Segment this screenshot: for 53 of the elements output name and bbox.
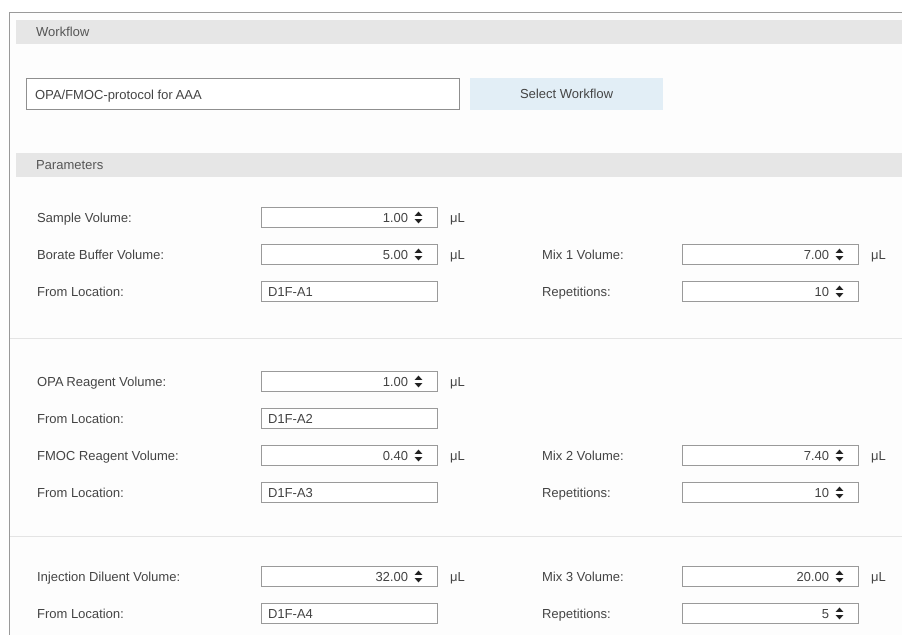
unit-label: μL <box>871 568 886 584</box>
spinner-arrows-icon[interactable] <box>835 607 844 620</box>
section-header: Parameters <box>16 153 902 177</box>
field-label: Injection Diluent Volume: <box>37 568 182 586</box>
number-field[interactable]: 0.40 <box>261 445 438 466</box>
spinner-arrows-icon[interactable] <box>835 248 844 261</box>
number-field[interactable]: 10 <box>682 482 859 503</box>
field-label: From Location: <box>37 410 125 428</box>
number-field[interactable]: 5.00 <box>261 244 438 265</box>
field-label: Mix 3 Volume: <box>542 568 625 586</box>
unit-label: μL <box>450 210 465 225</box>
number-field[interactable]: 10 <box>682 281 859 302</box>
unit-label: μL <box>450 568 465 584</box>
field-label: Repetitions: <box>542 484 612 502</box>
spinner-arrows-icon[interactable] <box>835 449 844 462</box>
unit-label: μL <box>871 448 886 463</box>
section-header: Workflow <box>16 20 902 44</box>
unit-label: μL <box>450 246 465 262</box>
field-label: OPA Reagent Volume: <box>37 372 168 391</box>
field-label: Repetitions: <box>542 604 612 623</box>
spinner-arrows-icon[interactable] <box>414 211 423 224</box>
field-label: Repetitions: <box>542 282 612 301</box>
spinner-arrows-icon[interactable] <box>835 285 844 298</box>
workflow-field[interactable]: OPA/FMOC-protocol for AAA <box>26 78 460 110</box>
field-label: From Location: <box>37 484 125 502</box>
text-field[interactable]: D1F-A1 <box>261 281 438 302</box>
field-label: Sample Volume: <box>37 208 133 227</box>
text-field[interactable]: D1F-A2 <box>261 408 438 429</box>
spinner-arrows-icon[interactable] <box>414 375 423 388</box>
spinner-arrows-icon[interactable] <box>835 570 844 583</box>
spinner-arrows-icon[interactable] <box>414 570 423 583</box>
unit-label: μL <box>450 374 465 389</box>
text-field[interactable]: D1F-A4 <box>261 603 438 624</box>
number-field[interactable]: 32.00 <box>261 566 438 587</box>
number-field[interactable]: 7.40 <box>682 445 859 466</box>
field-label: From Location: <box>37 282 125 301</box>
number-field[interactable]: 1.00 <box>261 207 438 228</box>
unit-label: μL <box>871 246 886 262</box>
number-field[interactable]: 20.00 <box>682 566 859 587</box>
field-label: Mix 2 Volume: <box>542 446 625 465</box>
spinner-arrows-icon[interactable] <box>414 248 423 261</box>
field-label: From Location: <box>37 604 125 623</box>
field-label: Borate Buffer Volume: <box>37 246 165 264</box>
text-field[interactable]: D1F-A3 <box>261 482 438 503</box>
spinner-arrows-icon[interactable] <box>414 449 423 462</box>
unit-label: μL <box>450 448 465 463</box>
field-label: Mix 1 Volume: <box>542 246 625 264</box>
number-field[interactable]: 5 <box>682 603 859 624</box>
select-workflow-button[interactable]: Select Workflow <box>470 78 663 110</box>
field-label: FMOC Reagent Volume: <box>37 446 180 465</box>
number-field[interactable]: 1.00 <box>261 371 438 392</box>
number-field[interactable]: 7.00 <box>682 244 859 265</box>
spinner-arrows-icon[interactable] <box>835 486 844 499</box>
